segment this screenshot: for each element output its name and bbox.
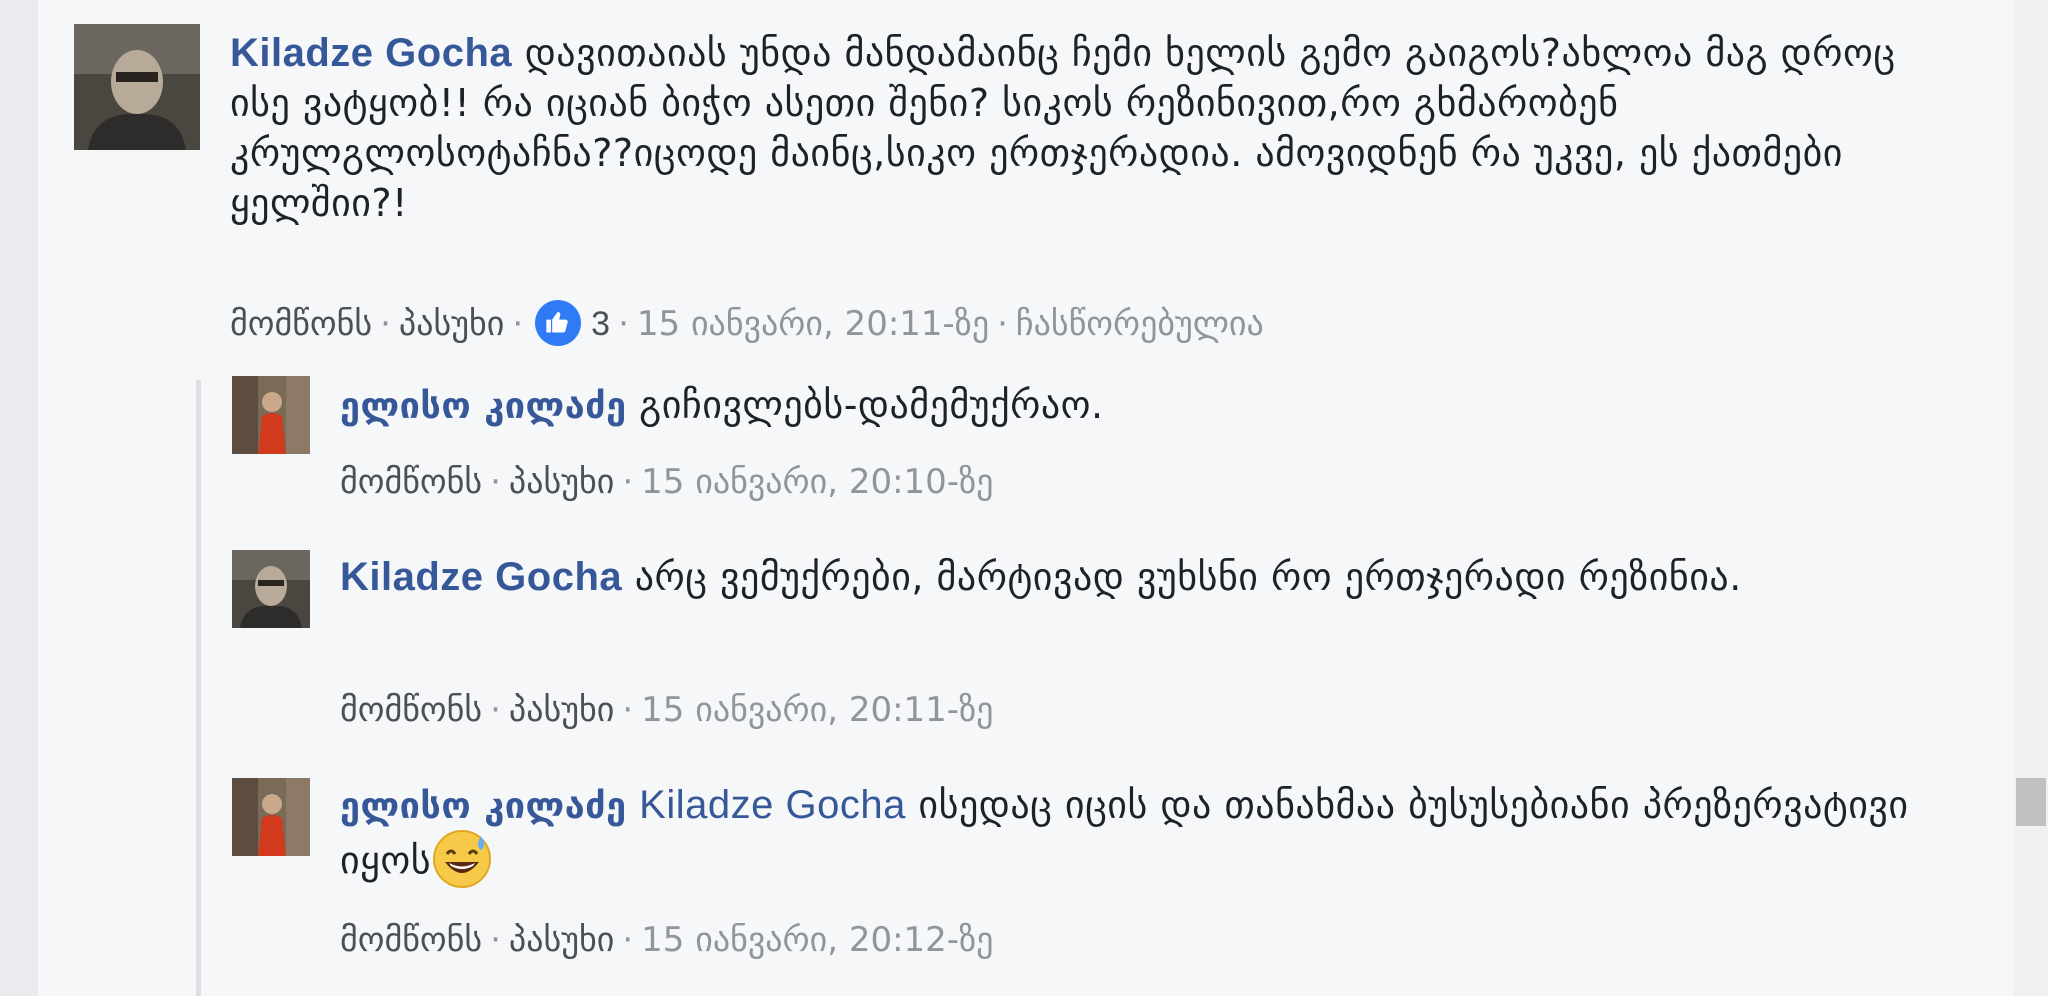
comment-author[interactable]: ელისო კილაძე [340,386,627,427]
comment-author[interactable]: Kiladze Gocha [340,555,622,599]
scrollbar[interactable] [2014,0,2048,996]
like-button[interactable]: მომწონს [230,304,372,344]
separator: · [490,462,501,502]
reply-body: ელისო კილაძე გიჩივლებს-დამემუქრაო. [340,380,1940,432]
reply-body: Kiladze Gocha არც ვემუქრები, მარტივად ვუ… [340,552,1820,602]
avatar[interactable] [74,24,200,150]
timestamp[interactable]: 15 იანვარი, 20:12-ზე [641,920,993,960]
separator: · [622,462,634,502]
timestamp[interactable]: 15 იანვარი, 20:11-ზე [641,690,993,730]
separator: · [997,304,1008,344]
reply-button[interactable]: პასუხი [509,690,614,730]
timestamp[interactable]: 15 იანვარი, 20:10-ზე [641,462,993,502]
thumbs-up-icon[interactable] [535,299,582,346]
reaction-count[interactable]: 3 [591,305,610,343]
comment-author[interactable]: ელისო კილაძე [340,786,627,827]
grinning-sweat-emoji-icon [431,828,493,890]
mention-link[interactable]: Kiladze Gocha [639,783,906,827]
comment-text: გიჩივლებს-დამემუქრაო. [639,383,1104,427]
like-button[interactable]: მომწონს [340,920,482,960]
reply-button[interactable]: პასუხი [509,462,614,502]
reply-body: ელისო კილაძე Kiladze Gocha ისედაც იცის დ… [340,780,1920,894]
separator: · [380,304,391,344]
separator: · [618,304,629,344]
reply-button[interactable]: პასუხი [509,920,614,960]
reply-button[interactable]: პასუხი [399,304,504,344]
comment-actions: მომწონს · პასუხი · 15 იანვარი, 20:11-ზე [340,688,993,732]
avatar[interactable] [232,778,310,856]
like-button[interactable]: მომწონს [340,462,482,502]
comment-body: Kiladze Gocha დავითაიას უნდა მანდამაინც … [230,28,1950,228]
comment-actions: მომწონს · პასუხი · 15 იანვარი, 20:12-ზე [340,918,993,962]
reply-thread-line [196,380,201,996]
separator: · [622,690,634,730]
comment-text: არც ვემუქრები, მარტივად ვუხსნი რო ერთჯერ… [634,555,1742,599]
timestamp[interactable]: 15 იანვარი, 20:11-ზე [637,304,989,344]
avatar[interactable] [232,376,310,454]
scrollbar-thumb[interactable] [2016,778,2046,826]
comment-actions: მომწონს · პასუხი · 15 იანვარი, 20:10-ზე [340,460,993,504]
separator: · [622,920,634,960]
separator: · [490,920,501,960]
comment-author[interactable]: Kiladze Gocha [230,31,512,75]
like-button[interactable]: მომწონს [340,690,482,730]
avatar[interactable] [232,550,310,628]
left-gutter [0,0,38,996]
edited-label[interactable]: ჩასწორებულია [1016,304,1264,344]
separator: · [512,304,524,344]
separator: · [490,690,501,730]
comment-actions: მომწონს · პასუხი · 3 · 15 იანვარი, 20:11-ზე · ჩა… [230,299,1264,349]
